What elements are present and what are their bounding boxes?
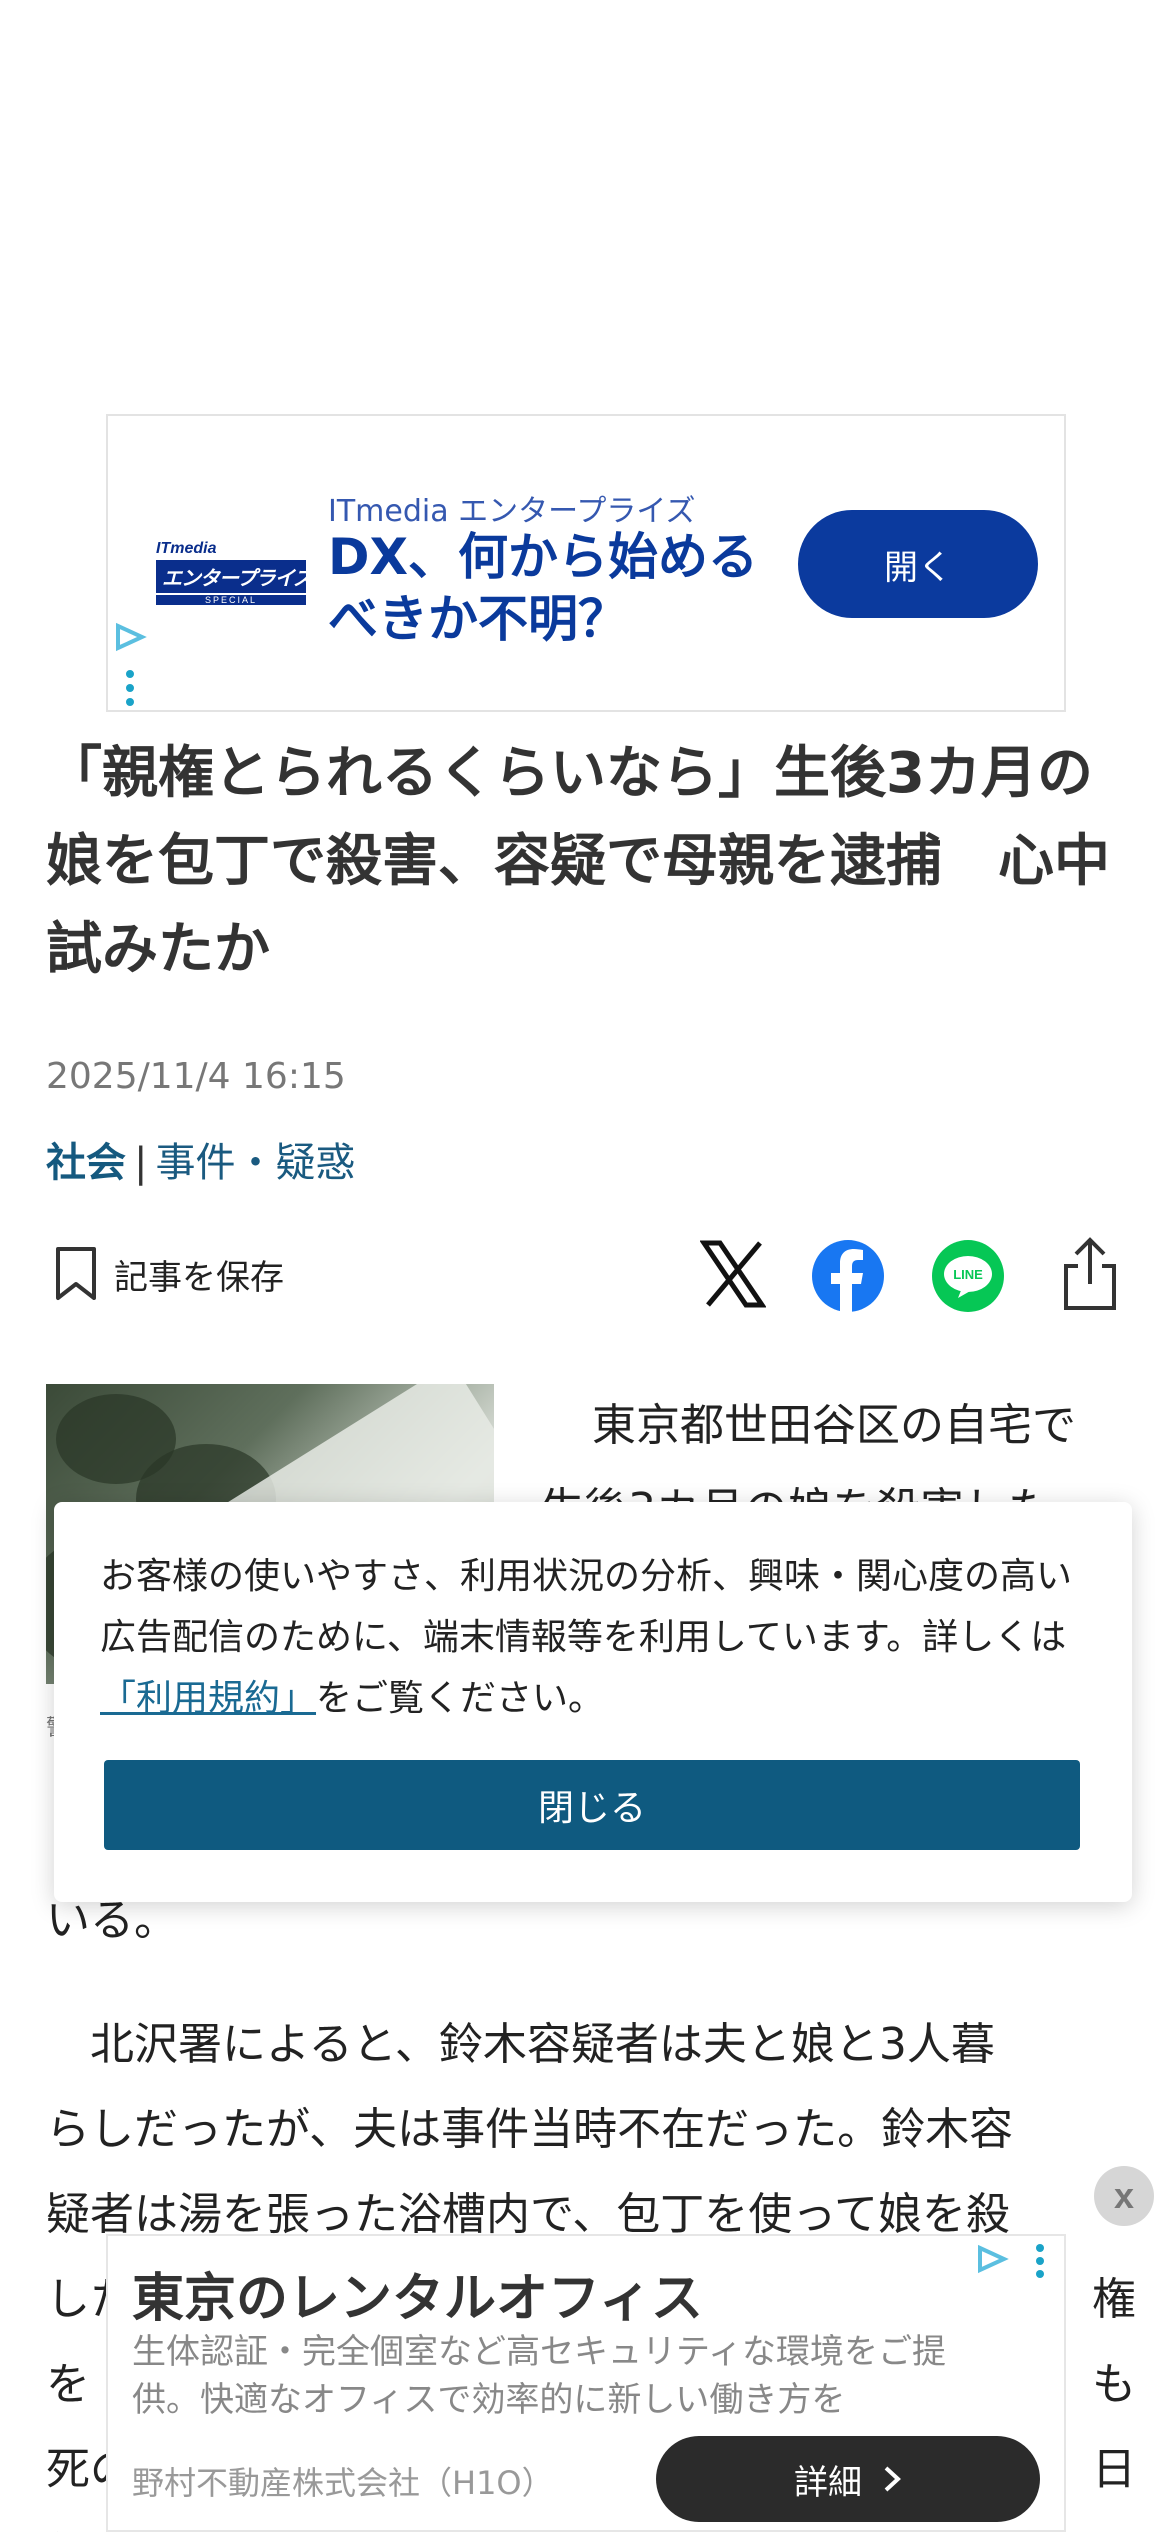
ad-menu-dots-icon[interactable]: [126, 670, 134, 712]
consent-message: お客様の使いやすさ、利用状況の分析、興味・関心度の高い広告配信のために、端末情報…: [100, 1556, 1073, 1719]
ad-close-button[interactable]: x: [1094, 2166, 1154, 2226]
logo-line2: エンタープライズ: [156, 560, 313, 593]
top-banner-ad[interactable]: ITmedia エンタープライズ SPECIAL ITmedia エンタープライ…: [106, 414, 1066, 712]
category-sub-link[interactable]: 事件・疑惑: [155, 1140, 355, 1186]
facebook-icon[interactable]: [812, 1240, 884, 1312]
ad-advertiser: 野村不動産株式会社（H1O）: [132, 2464, 554, 2502]
ad-source: ITmedia エンタープライズ: [328, 494, 696, 529]
para-line: 北沢署によると、鈴木容疑者は夫と娘と3人暮: [46, 2019, 995, 2070]
article-lead: 東京都世田谷区の自宅で 生後3カ月の娘を殺害した: [540, 1384, 1140, 1514]
para-line: らしだったが、夫は事件当時不在だった。鈴木容: [46, 2104, 1014, 2155]
logo-line1: ITmedia: [156, 540, 217, 557]
ad-menu-dots-icon[interactable]: [1036, 2244, 1044, 2283]
ad-detail-label: 詳細: [794, 2463, 862, 2502]
chevron-right-icon: [884, 2466, 901, 2492]
cookie-consent-dialog: お客様の使いやすさ、利用状況の分析、興味・関心度の高い広告配信のために、端末情報…: [54, 1502, 1132, 1902]
ad-open-button[interactable]: 開く: [798, 510, 1038, 618]
itmedia-logo: ITmedia エンタープライズ SPECIAL: [156, 540, 313, 605]
bookmark-icon: [56, 1247, 96, 1300]
publish-date: 2025/11/4 16:15: [46, 1056, 346, 1097]
bottom-banner-ad[interactable]: 東京のレンタルオフィス 生体認証・完全個室など高セキュリティな環境をご提供。快適…: [106, 2234, 1066, 2532]
save-article-button[interactable]: 記事を保存: [54, 1244, 284, 1304]
line-icon[interactable]: LINE: [932, 1240, 1004, 1312]
ad-detail-button[interactable]: 詳細: [656, 2436, 1040, 2522]
adchoices-icon[interactable]: [112, 622, 148, 652]
category-breadcrumb: 社会 | 事件・疑惑: [46, 1130, 355, 1188]
article-headline: 「親権とられるくらいなら」生後3カ月の娘を包丁で殺害、容疑で母親を逮捕 心中試み…: [46, 741, 1110, 982]
top-blank-area: [0, 0, 1170, 410]
consent-close-button[interactable]: 閉じる: [104, 1760, 1080, 1850]
save-article-label: 記事を保存: [114, 1257, 284, 1298]
terms-link[interactable]: 「利用規約」: [100, 1678, 316, 1719]
ad-title[interactable]: 東京のレンタルオフィス: [132, 2256, 703, 2331]
svg-text:LINE: LINE: [953, 1267, 983, 1282]
category-separator: |: [134, 1140, 148, 1186]
adchoices-icon[interactable]: [974, 2244, 1010, 2274]
ad-headline[interactable]: DX、何から始めるべきか不明？: [328, 526, 798, 650]
category-main-link[interactable]: 社会: [46, 1140, 126, 1186]
ad-description: 生体認証・完全個室など高セキュリティな環境をご提供。快適なオフィスで効率的に新し…: [132, 2332, 946, 2420]
logo-line3: SPECIAL: [156, 595, 306, 605]
lead-line-1: 東京都世田谷区の自宅で: [592, 1400, 1076, 1451]
x-icon[interactable]: [700, 1240, 766, 1308]
share-icon[interactable]: [1060, 1236, 1120, 1312]
